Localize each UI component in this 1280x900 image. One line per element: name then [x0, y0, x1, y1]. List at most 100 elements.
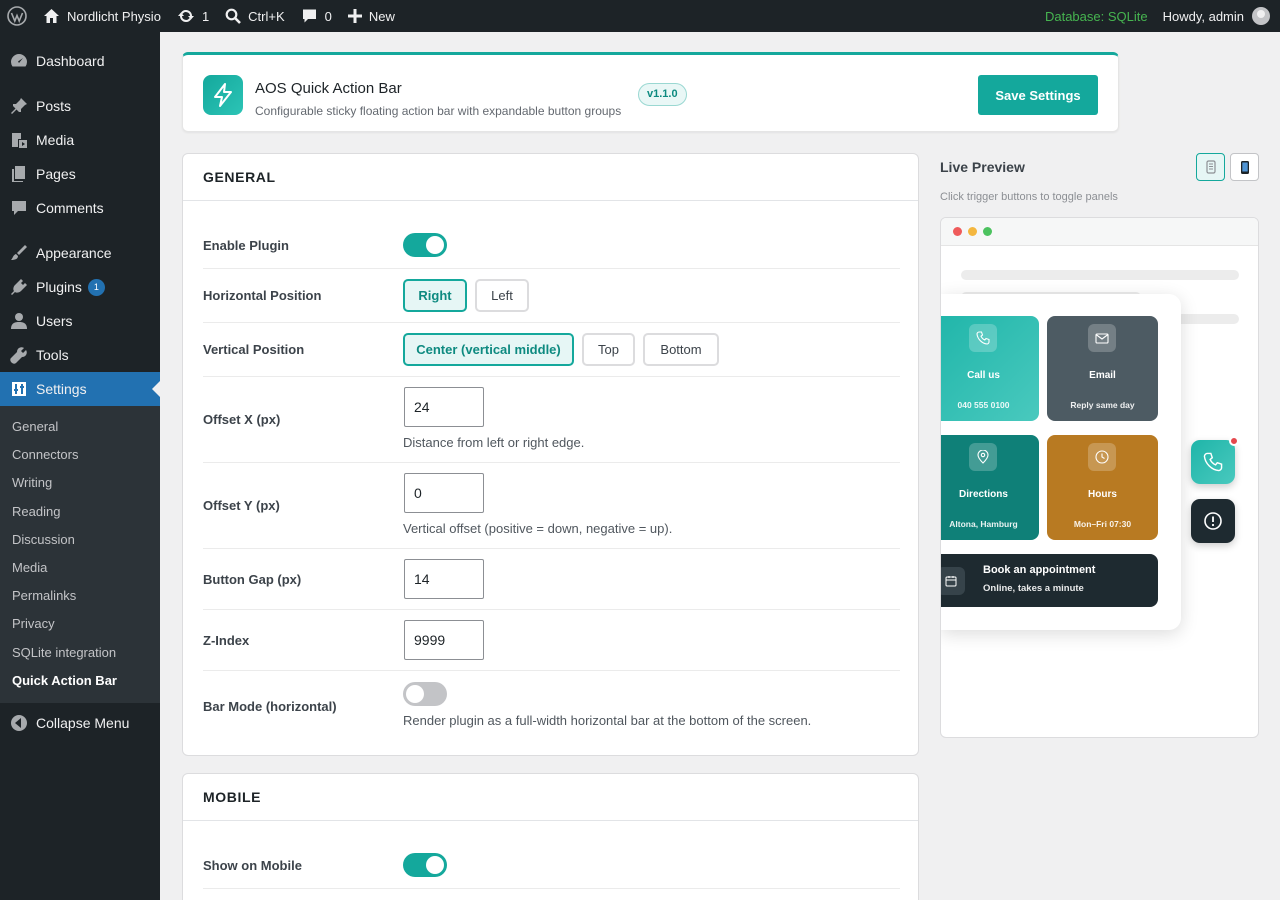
collapse-menu-button[interactable]: Collapse Menu — [0, 706, 160, 740]
plugin-header: AOS Quick Action Bar Configurable sticky… — [182, 52, 1119, 132]
vpos-center-option[interactable]: Center (vertical middle) — [403, 333, 574, 366]
z-index-row: Z-Index 9999 — [203, 610, 900, 671]
settings-icon — [10, 380, 28, 398]
horizontal-position-label: Horizontal Position — [203, 288, 322, 303]
section-heading: MOBILE — [183, 774, 918, 821]
sidebar-item-label: Dashboard — [36, 53, 105, 69]
info-trigger-button[interactable] — [1191, 499, 1235, 543]
z-index-input[interactable]: 9999 — [404, 620, 484, 660]
plus-icon — [347, 9, 362, 23]
sidebar-item-posts[interactable]: Posts — [0, 89, 160, 123]
hpos-right-option[interactable]: Right — [403, 279, 467, 312]
submenu-item-sqlite[interactable]: SQLite integration — [0, 639, 160, 667]
sidebar-item-tools[interactable]: Tools — [0, 338, 160, 372]
submenu-item-discussion[interactable]: Discussion — [0, 526, 160, 554]
show-on-mobile-toggle[interactable] — [403, 853, 447, 877]
hpos-left-option[interactable]: Left — [475, 279, 529, 312]
phone-icon — [969, 324, 997, 352]
settings-submenu: General Connectors Writing Reading Discu… — [0, 406, 160, 703]
site-name-link[interactable]: Nordlicht Physio — [35, 0, 169, 32]
notification-dot — [1229, 436, 1239, 446]
sidebar-item-label: Comments — [36, 200, 104, 216]
sidebar-item-settings[interactable]: Settings — [0, 372, 160, 406]
tile-hours[interactable]: Hours Mon–Fri 07:30 — [1047, 435, 1158, 540]
submenu-item-writing[interactable]: Writing — [0, 469, 160, 497]
sidebar-item-pages[interactable]: Pages — [0, 157, 160, 191]
mobile-icon — [1240, 160, 1250, 175]
plugins-update-badge: 1 — [87, 278, 105, 296]
offset-x-input[interactable]: 24 — [404, 387, 484, 427]
toggle-knob — [406, 685, 424, 703]
comments-link[interactable]: 0 — [293, 0, 340, 32]
bolt-icon — [203, 75, 243, 115]
submenu-item-general[interactable]: General — [0, 413, 160, 441]
vpos-bottom-option[interactable]: Bottom — [643, 333, 719, 366]
media-icon — [10, 131, 28, 149]
sidebar-item-dashboard[interactable]: Dashboard — [0, 44, 160, 78]
sidebar-item-label: Posts — [36, 98, 72, 114]
submenu-item-quick-action-bar[interactable]: Quick Action Bar — [0, 667, 160, 695]
enable-plugin-row: Enable Plugin — [203, 221, 900, 269]
search-icon — [225, 8, 242, 24]
howdy-label: Howdy, admin — [1162, 8, 1244, 24]
submenu-item-privacy[interactable]: Privacy — [0, 610, 160, 638]
tile-subtitle: Mon–Fri 07:30 — [1073, 519, 1132, 529]
book-appointment-button[interactable]: Book an appointment Online, takes a minu… — [941, 554, 1158, 607]
button-gap-input[interactable]: 14 — [404, 559, 484, 599]
bar-mode-label: Bar Mode (horizontal) — [203, 699, 337, 714]
updates-link[interactable]: 1 — [169, 0, 217, 32]
updates-count: 1 — [201, 8, 210, 24]
mobile-preview-button[interactable] — [1230, 153, 1259, 181]
new-content-link[interactable]: New — [340, 0, 403, 32]
offset-x-row: Offset X (px) 24 Distance from left or r… — [203, 377, 900, 463]
search-link[interactable]: Ctrl+K — [217, 0, 292, 32]
show-on-mobile-label: Show on Mobile — [203, 858, 302, 873]
mobile-section: MOBILE Show on Mobile — [182, 773, 919, 900]
live-preview-subtitle: Click trigger buttons to toggle panels — [940, 191, 1118, 203]
sidebar-item-comments[interactable]: Comments — [0, 191, 160, 225]
window-close-dot — [953, 227, 962, 236]
phone-trigger-button[interactable] — [1191, 436, 1239, 484]
submenu-item-reading[interactable]: Reading — [0, 498, 160, 526]
tile-call-us[interactable]: Call us 040 555 0100 — [941, 316, 1039, 421]
window-minimize-dot — [968, 227, 977, 236]
my-account-link[interactable]: Howdy, admin — [1155, 0, 1280, 32]
bar-mode-row: Bar Mode (horizontal) Render plugin as a… — [203, 671, 900, 741]
sidebar-item-label: Plugins — [36, 279, 82, 295]
bar-mode-toggle[interactable] — [403, 682, 447, 706]
offset-y-input[interactable]: 0 — [404, 473, 484, 513]
collapse-label: Collapse Menu — [36, 714, 130, 731]
desktop-preview-button[interactable] — [1196, 153, 1225, 181]
comments-count: 0 — [324, 8, 332, 24]
sidebar-item-label: Pages — [36, 166, 76, 182]
vpos-top-option[interactable]: Top — [582, 333, 635, 366]
sidebar-item-plugins[interactable]: Plugins 1 — [0, 270, 160, 304]
mail-icon — [1088, 324, 1116, 352]
refresh-icon — [177, 8, 195, 24]
save-settings-button[interactable]: Save Settings — [978, 75, 1098, 115]
submenu-item-connectors[interactable]: Connectors — [0, 441, 160, 469]
tile-directions[interactable]: Directions Altona, Hamburg — [941, 435, 1039, 540]
sidebar-item-appearance[interactable]: Appearance — [0, 236, 160, 270]
wordpress-logo-icon[interactable] — [0, 0, 35, 32]
vertical-position-row: Vertical Position Center (vertical middl… — [203, 323, 900, 377]
submenu-item-media[interactable]: Media — [0, 554, 160, 582]
user-icon — [10, 312, 28, 330]
book-subtitle: Online, takes a minute — [983, 583, 1084, 594]
submenu-item-permalinks[interactable]: Permalinks — [0, 582, 160, 610]
horizontal-position-row: Horizontal Position Right Left — [203, 269, 900, 323]
calendar-icon — [941, 567, 965, 595]
tile-title: Directions — [959, 489, 1008, 500]
site-name: Nordlicht Physio — [67, 8, 161, 24]
phone-icon — [1203, 452, 1223, 472]
sidebar-item-users[interactable]: Users — [0, 304, 160, 338]
plugin-icon — [10, 278, 28, 296]
enable-plugin-toggle[interactable] — [403, 233, 447, 257]
collapse-icon — [10, 714, 28, 732]
offset-x-label: Offset X (px) — [203, 412, 281, 427]
sidebar-item-label: Appearance — [36, 245, 112, 261]
avatar — [1252, 7, 1270, 25]
admin-bar: Nordlicht Physio 1 Ctrl+K 0 New Database… — [0, 0, 1280, 32]
sidebar-item-media[interactable]: Media — [0, 123, 160, 157]
tile-email[interactable]: Email Reply same day — [1047, 316, 1158, 421]
